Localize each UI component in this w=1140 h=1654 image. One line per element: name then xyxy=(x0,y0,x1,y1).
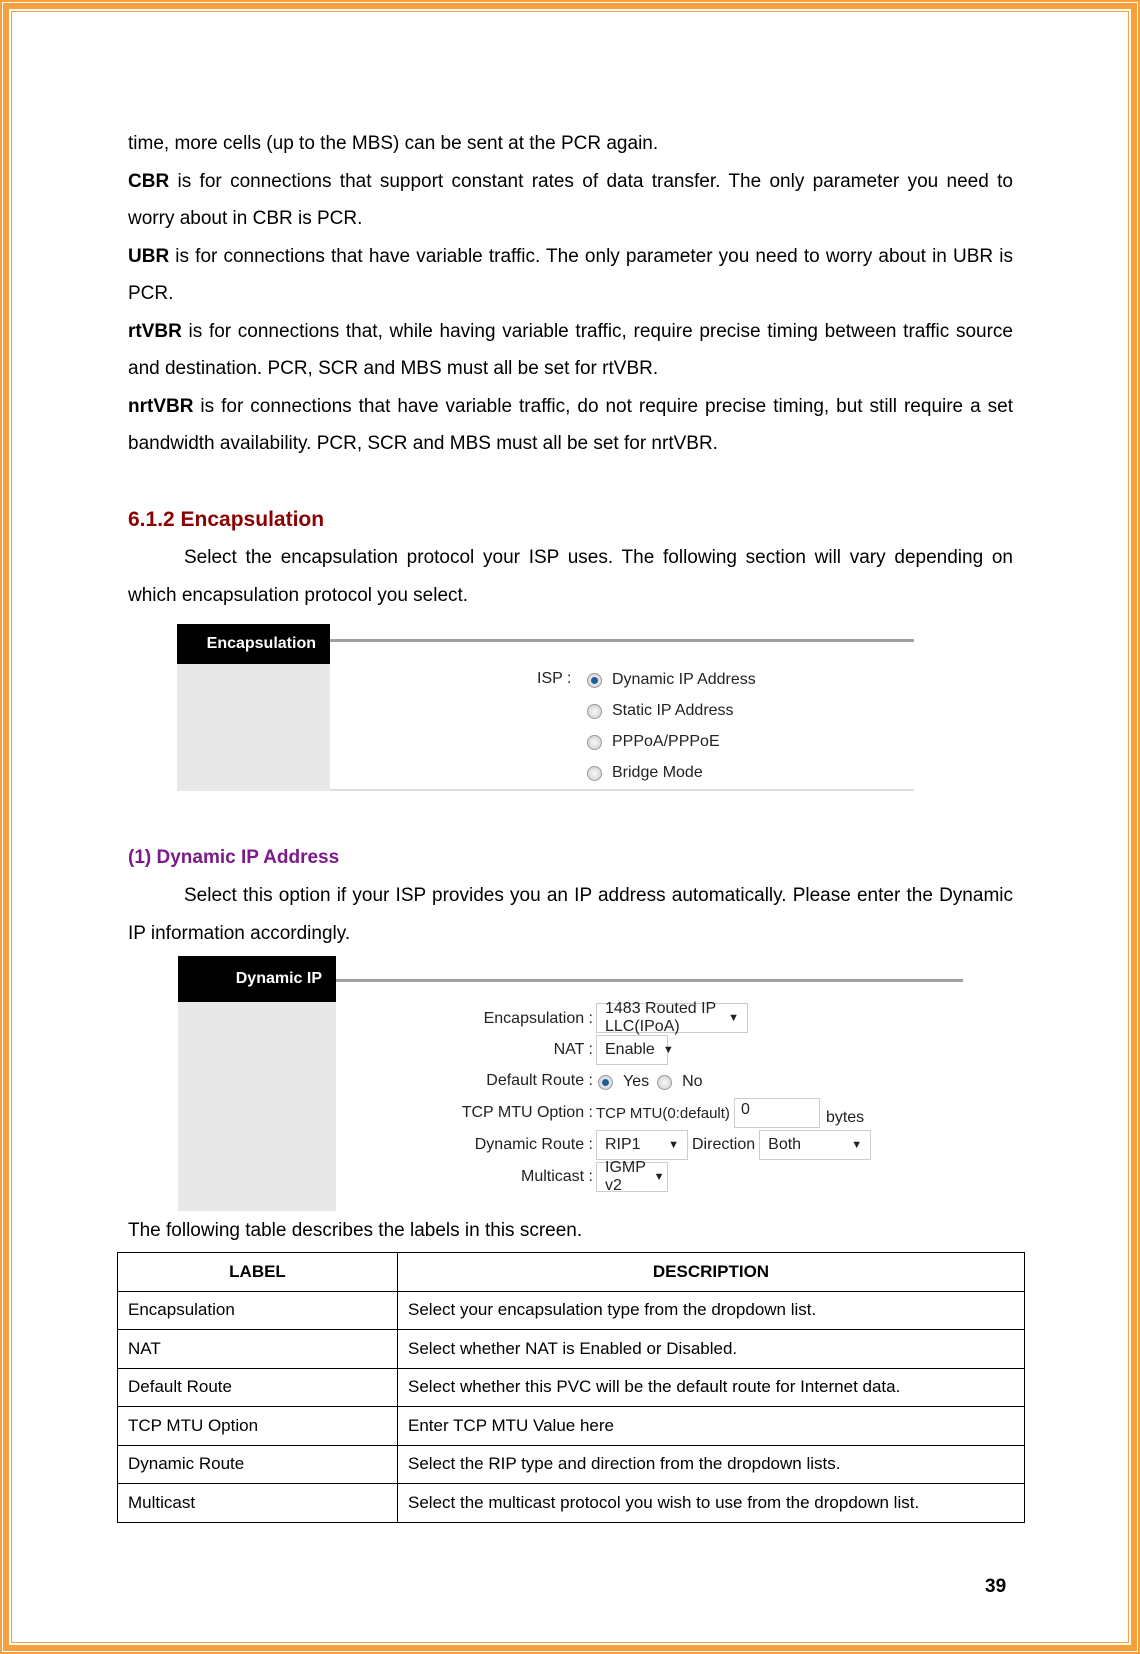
isp-option-bridge[interactable]: Bridge Mode xyxy=(587,764,703,782)
isp-option-pppoa[interactable]: PPPoA/PPPoE xyxy=(587,733,720,751)
tcp-mtu-input[interactable]: 0 xyxy=(733,1098,820,1128)
direction-select[interactable]: Both ▼ xyxy=(759,1130,872,1160)
radio-no[interactable] xyxy=(657,1074,673,1090)
select-value: IGMP v2 xyxy=(605,1159,646,1194)
tcp-mtu-row: TCP MTU(0:default) 0 bytes xyxy=(596,1098,864,1128)
isp-label: ISP : xyxy=(537,670,572,687)
select-value: Both xyxy=(768,1136,802,1153)
rtvbr-text: is for connections that, while having va… xyxy=(128,320,1013,380)
multicast-label: Multicast : xyxy=(520,1168,593,1185)
option-label: PPPoA/PPPoE xyxy=(612,733,720,750)
dropdown-arrow-icon: ▼ xyxy=(662,1044,674,1056)
option-label: Bridge Mode xyxy=(612,764,703,781)
mtu-prefix: TCP MTU(0:default) xyxy=(596,1104,730,1122)
dropdown-arrow-icon: ▼ xyxy=(668,1139,679,1151)
nat-select[interactable]: Enable ▼ xyxy=(596,1035,674,1065)
table-header: LABEL DESCRIPTION xyxy=(117,1252,1025,1292)
select-value: Enable xyxy=(605,1041,655,1058)
dropdown-arrow-icon: ▼ xyxy=(728,1012,739,1024)
term-ubr: UBR xyxy=(128,245,170,267)
direction-label: Direction xyxy=(692,1136,756,1153)
header-label: LABEL xyxy=(117,1252,398,1292)
tcp-mtu-label: TCP MTU Option : xyxy=(461,1104,593,1121)
paragraph-rtvbr: rtVBR is for connections that, while hav… xyxy=(128,313,1013,388)
table-intro: The following table describes the labels… xyxy=(128,1220,583,1241)
subsection-heading: (1) Dynamic IP Address xyxy=(128,847,340,868)
cell-description: Enter TCP MTU Value here xyxy=(397,1406,1025,1446)
select-value: 1483 Routed IP LLC(IPoA) xyxy=(605,1000,716,1035)
section-intro: Select the encapsulation protocol your I… xyxy=(128,547,1013,606)
cell-description: Select whether this PVC will be the defa… xyxy=(397,1367,1025,1407)
dynamic-route-label: Dynamic Route : xyxy=(474,1136,593,1153)
radio-selected-icon[interactable] xyxy=(587,672,602,688)
encapsulation-label: Encapsulation : xyxy=(483,1010,593,1027)
paragraph-intro: time, more cells (up to the MBS) can be … xyxy=(128,133,659,154)
subsection-intro: Select this option if your ISP provides … xyxy=(128,885,1013,944)
cell-description: Select the multicast protocol you wish t… xyxy=(397,1483,1025,1523)
dynamic-route-select[interactable]: RIP1 ▼ xyxy=(596,1130,688,1160)
isp-option-dynamic[interactable]: Dynamic IP Address xyxy=(587,671,756,689)
yes-label: Yes xyxy=(623,1073,650,1090)
dropdown-arrow-icon: ▼ xyxy=(851,1139,863,1151)
table-row: NAT Select whether NAT is Enabled or Disa… xyxy=(117,1329,1025,1369)
cell-label: NAT xyxy=(117,1329,398,1369)
cell-label: TCP MTU Option xyxy=(117,1406,398,1446)
divider xyxy=(336,979,963,982)
cell-label: Multicast xyxy=(117,1483,398,1523)
table-row: Dynamic Route Select the RIP type and dir… xyxy=(117,1444,1025,1484)
cell-description: Select your encapsulation type from the … xyxy=(397,1290,1025,1330)
option-label: Dynamic IP Address xyxy=(612,671,756,688)
isp-option-static[interactable]: Static IP Address xyxy=(587,702,734,720)
radio-yes[interactable] xyxy=(598,1074,613,1090)
option-label: Static IP Address xyxy=(612,702,734,719)
term-cbr: CBR xyxy=(128,170,170,192)
select-value: RIP1 xyxy=(605,1136,641,1153)
term-nrtvbr: nrtVBR xyxy=(128,395,194,417)
dynamic-route-row: RIP1 ▼ Direction Both ▼ xyxy=(596,1130,872,1160)
default-route-label: Default Route : xyxy=(486,1072,593,1089)
encapsulation-tab: Encapsulation xyxy=(177,624,330,664)
encapsulation-select[interactable]: 1483 Routed IP LLC(IPoA) ▼ xyxy=(596,1000,748,1035)
table-row: TCP MTU Option Enter TCP MTU Value here xyxy=(117,1406,1025,1446)
cell-label: Encapsulation xyxy=(117,1290,398,1330)
paragraph-ubr: UBR is for connections that have variabl… xyxy=(128,238,1013,313)
body-text: time, more cells (up to the MBS) can be … xyxy=(128,125,1013,463)
nrtvbr-text: is for connections that have variable tr… xyxy=(128,395,1013,455)
radio-icon[interactable] xyxy=(587,765,602,781)
ubr-text: is for connections that have variable tr… xyxy=(128,245,1013,305)
section-heading: 6.1.2 Encapsulation xyxy=(128,508,325,531)
radio-icon[interactable] xyxy=(587,703,602,719)
encapsulation-screenshot: Encapsulation ISP : Dynamic IP Address S… xyxy=(177,624,914,791)
cbr-text: is for connections that support constant… xyxy=(128,170,1013,230)
cell-label: Default Route xyxy=(117,1367,398,1407)
labels-table: LABEL DESCRIPTION Encapsulation Select you… xyxy=(117,1252,1025,1523)
table-row: Multicast Select the multicast protocol y… xyxy=(117,1483,1025,1523)
divider xyxy=(330,639,914,642)
cell-description: Select the RIP type and direction from t… xyxy=(397,1444,1025,1484)
dropdown-arrow-icon: ▼ xyxy=(653,1171,665,1183)
multicast-select[interactable]: IGMP v2 ▼ xyxy=(596,1159,668,1194)
default-route-radios: Yes No xyxy=(598,1073,703,1091)
mtu-unit: bytes xyxy=(825,1109,865,1126)
cell-description: Select whether NAT is Enabled or Disable… xyxy=(397,1329,1025,1369)
cell-label: Dynamic Route xyxy=(117,1444,398,1484)
radio-icon[interactable] xyxy=(587,734,602,750)
paragraph-nrtvbr: nrtVBR is for connections that have vari… xyxy=(128,388,1013,463)
dynamic-ip-tab: Dynamic IP xyxy=(178,956,336,1002)
term-rtvbr: rtVBR xyxy=(128,320,182,342)
page-number: 39 xyxy=(985,1576,1007,1597)
no-label: No xyxy=(682,1073,703,1090)
paragraph-cbr: CBR is for connections that support cons… xyxy=(128,163,1013,238)
table-row: Encapsulation Select your encapsulation t… xyxy=(117,1290,1025,1330)
header-description: DESCRIPTION xyxy=(397,1252,1025,1292)
table-row: Default Route Select whether this PVC wil… xyxy=(117,1367,1025,1407)
bottom-rule xyxy=(330,789,914,791)
dynamic-ip-screenshot: Dynamic IP Encapsulation : 1483 Routed I… xyxy=(178,956,963,1211)
nat-label: NAT : xyxy=(553,1041,593,1058)
